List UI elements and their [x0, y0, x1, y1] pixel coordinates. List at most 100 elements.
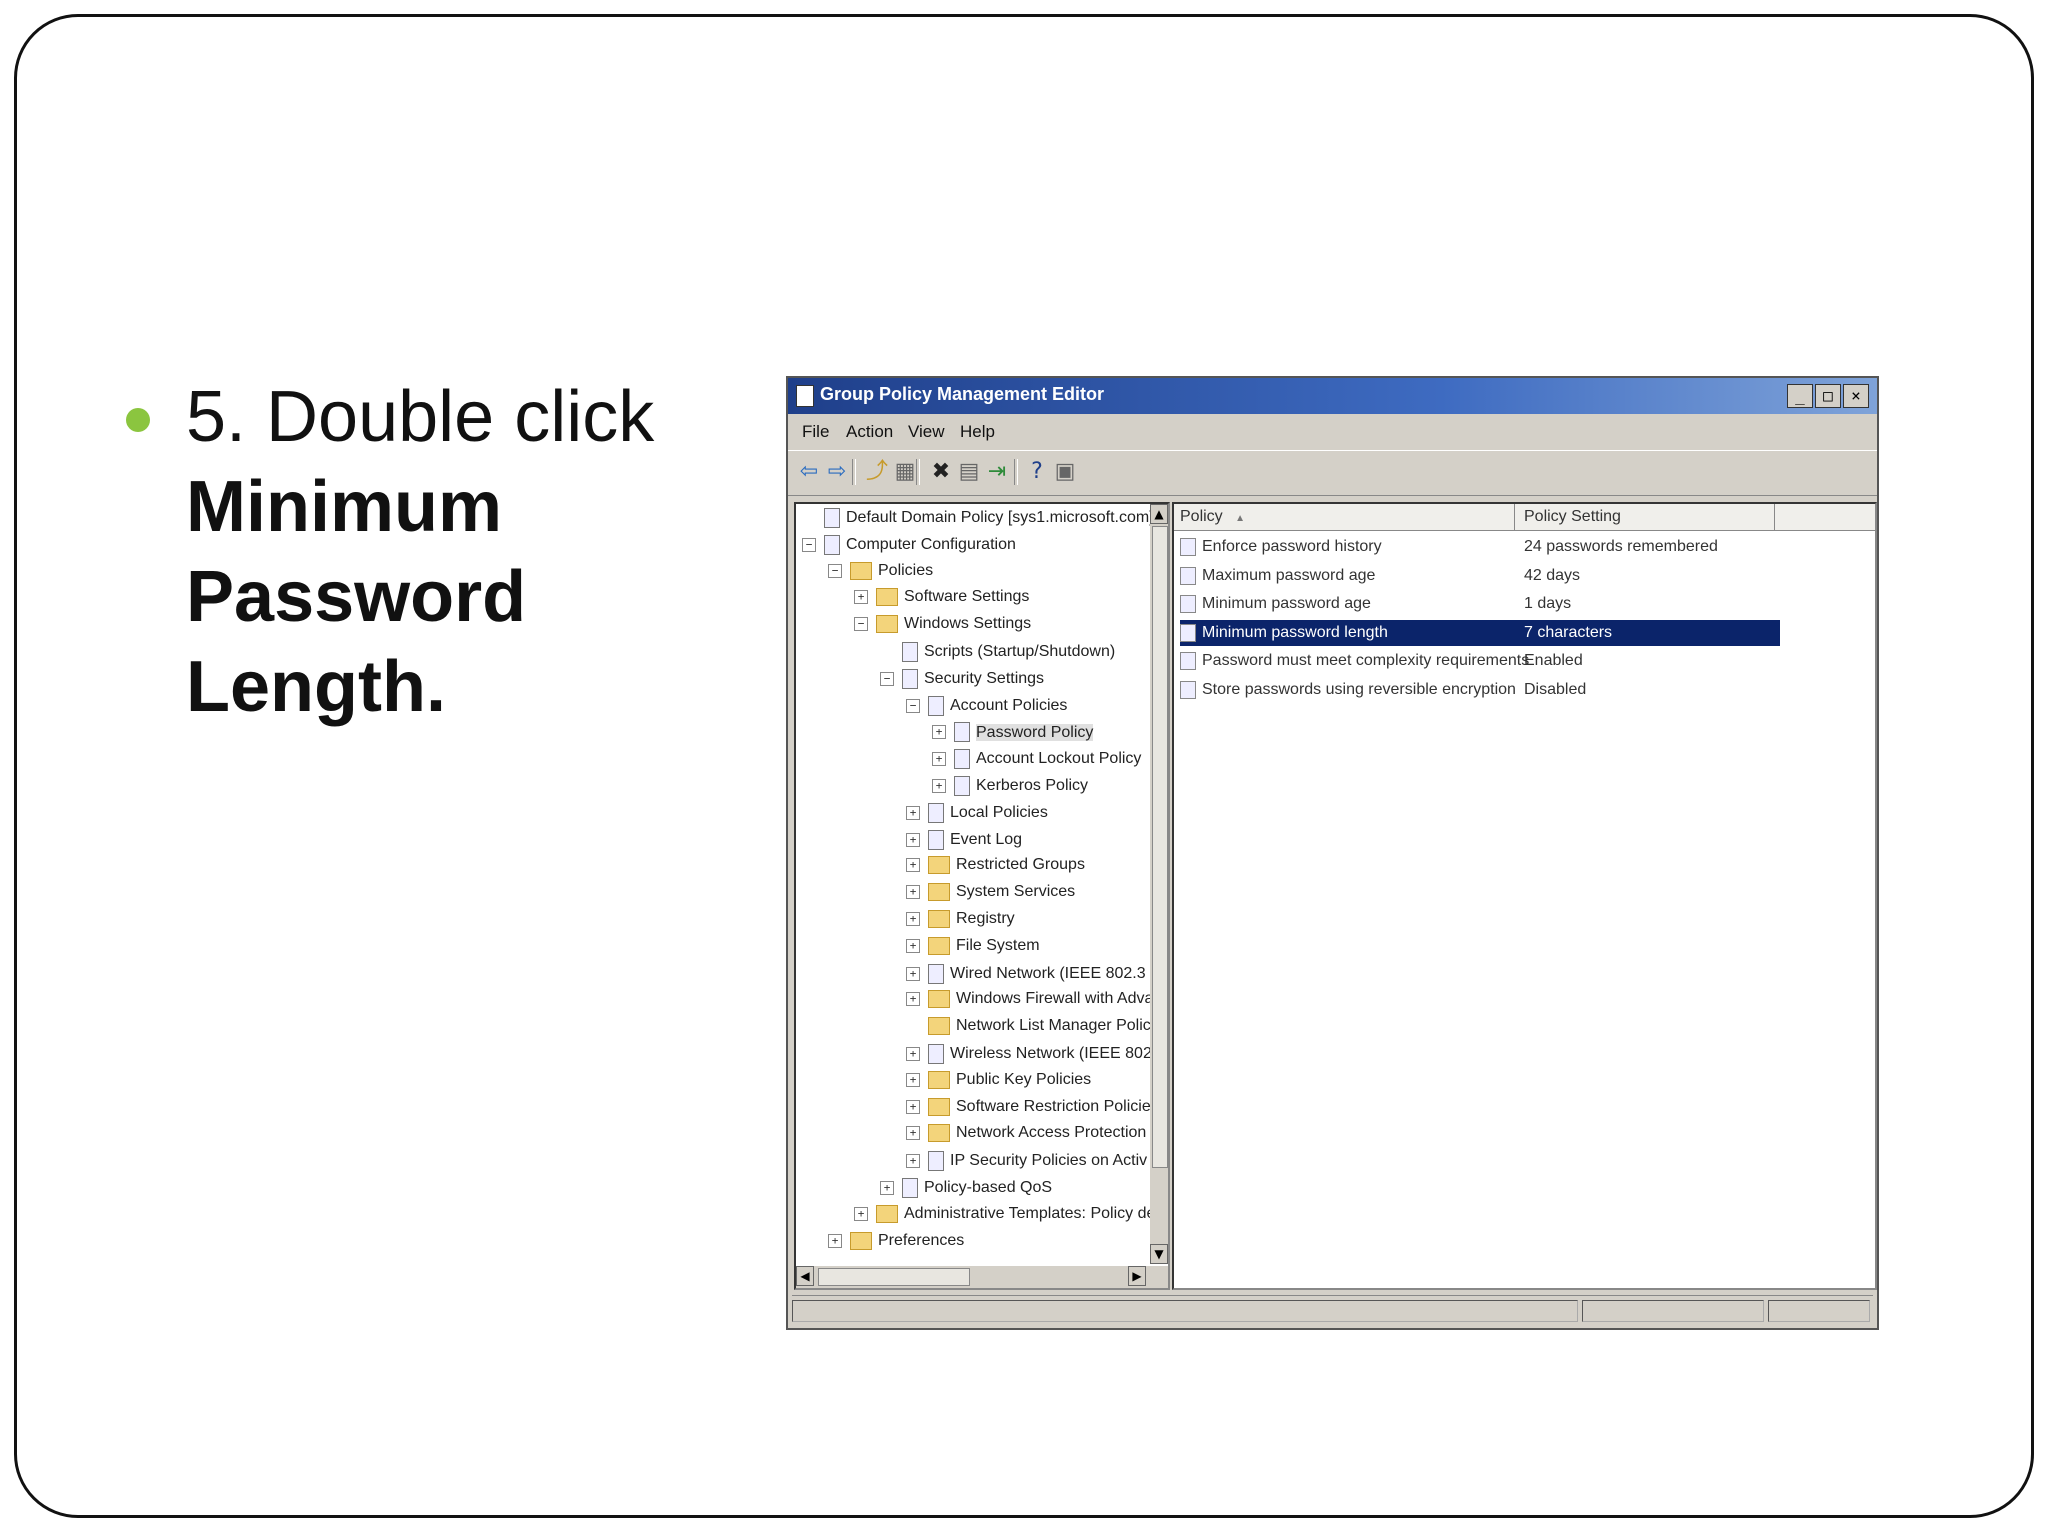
- tree-item[interactable]: + Network Access Protection: [906, 1124, 1146, 1148]
- expand-icon[interactable]: +: [906, 1126, 920, 1141]
- policy-row[interactable]: Password must meet complexity requiremen…: [1180, 648, 1780, 674]
- policy-node-icon: [902, 642, 918, 662]
- collapse-icon[interactable]: −: [854, 617, 868, 632]
- tree-item[interactable]: + Preferences: [828, 1231, 964, 1256]
- tree-item[interactable]: + Account Lockout Policy: [932, 749, 1141, 773]
- tree-horizontal-scrollbar[interactable]: ◀ ▶: [796, 1266, 1168, 1288]
- expand-icon[interactable]: +: [906, 1099, 920, 1114]
- export-list-icon[interactable]: ⇥: [984, 459, 1010, 485]
- tree-item[interactable]: − Computer Configuration: [802, 534, 1016, 559]
- scroll-right-arrow-icon[interactable]: ▶: [1128, 1266, 1146, 1286]
- console-tree[interactable]: Default Domain Policy [sys1.microsoft.co…: [794, 502, 1170, 1290]
- scroll-left-arrow-icon[interactable]: ◀: [796, 1266, 814, 1286]
- tree-item-label: Policies: [878, 561, 934, 579]
- tree-item[interactable]: + Registry: [906, 910, 1015, 934]
- title-bar[interactable]: Group Policy Management Editor _ □ ×: [788, 378, 1877, 414]
- action-pane-icon[interactable]: ▣: [1052, 459, 1078, 485]
- expand-icon[interactable]: +: [828, 1233, 842, 1248]
- tree-item[interactable]: + Administrative Templates: Policy de: [854, 1204, 1155, 1229]
- column-divider[interactable]: [1774, 504, 1775, 530]
- policy-row[interactable]: Minimum password length 7 characters: [1180, 619, 1780, 646]
- tree-item[interactable]: − Policies: [828, 561, 934, 586]
- policy-row[interactable]: Store passwords using reversible encrypt…: [1180, 677, 1780, 703]
- collapse-icon[interactable]: −: [802, 537, 816, 552]
- tree-item[interactable]: + Wired Network (IEEE 802.3: [906, 963, 1146, 988]
- scroll-down-arrow-icon[interactable]: ▼: [1150, 1244, 1168, 1264]
- close-button[interactable]: ×: [1843, 384, 1869, 408]
- expand-icon[interactable]: +: [880, 1181, 894, 1195]
- tree-item[interactable]: − Windows Settings: [854, 615, 1031, 639]
- expand-icon[interactable]: +: [906, 1154, 920, 1169]
- tree-item[interactable]: + Public Key Policies: [906, 1070, 1092, 1095]
- expand-icon[interactable]: +: [932, 779, 946, 793]
- expand-icon[interactable]: +: [906, 805, 920, 820]
- tree-vscroll-thumb[interactable]: [1152, 526, 1168, 1168]
- policy-row[interactable]: Enforce password history 24 passwords rem…: [1180, 534, 1780, 560]
- expand-icon[interactable]: +: [906, 885, 920, 900]
- tree-item[interactable]: + Restricted Groups: [906, 856, 1085, 880]
- forward-icon[interactable]: ⇨: [824, 459, 850, 485]
- help-icon[interactable]: ?: [1024, 459, 1050, 485]
- minimize-button[interactable]: _: [1787, 384, 1813, 408]
- column-header-policy-setting[interactable]: Policy Setting: [1524, 508, 1621, 526]
- menu-action[interactable]: Action: [846, 422, 893, 442]
- policy-row[interactable]: Minimum password age 1 days: [1180, 591, 1780, 617]
- scroll-up-arrow-icon[interactable]: ▲: [1150, 504, 1168, 524]
- expand-icon[interactable]: +: [932, 752, 946, 767]
- tree-item[interactable]: + Local Policies: [906, 802, 1048, 827]
- delete-icon[interactable]: ✖: [928, 459, 954, 485]
- expand-icon[interactable]: +: [932, 725, 946, 740]
- collapse-icon[interactable]: −: [906, 698, 920, 713]
- back-icon[interactable]: ⇦: [796, 459, 822, 485]
- tree-item[interactable]: Scripts (Startup/Shutdown): [880, 642, 1115, 666]
- show-hide-tree-icon[interactable]: ▦: [892, 459, 918, 485]
- tree-item[interactable]: Network List Manager Polici: [906, 1017, 1154, 1041]
- expand-icon[interactable]: +: [906, 832, 920, 847]
- properties-icon[interactable]: ▤: [956, 459, 982, 485]
- policy-node-icon: [824, 534, 840, 555]
- tree-item[interactable]: + Wireless Network (IEEE 802: [906, 1044, 1152, 1068]
- policy-node-icon: [928, 1151, 944, 1172]
- column-header-policy[interactable]: Policy ▲: [1180, 508, 1245, 526]
- maximize-button[interactable]: □: [1815, 384, 1841, 408]
- tree-item[interactable]: + IP Security Policies on Activ: [906, 1151, 1147, 1175]
- tree-item[interactable]: + System Services: [906, 883, 1075, 907]
- expand-icon[interactable]: +: [906, 992, 920, 1007]
- tree-item-label: Network List Manager Polici: [956, 1017, 1155, 1035]
- expand-icon[interactable]: +: [854, 590, 868, 605]
- tree-item[interactable]: − Account Policies: [906, 695, 1068, 720]
- column-divider[interactable]: [1514, 504, 1515, 530]
- sort-ascending-icon: ▲: [1235, 513, 1246, 524]
- tree-item[interactable]: + File System: [906, 936, 1040, 961]
- up-folder-icon[interactable]: ⤴: [864, 459, 890, 485]
- menu-file[interactable]: File: [802, 422, 829, 442]
- tree-item[interactable]: + Software Settings: [854, 588, 1029, 612]
- policy-row[interactable]: Maximum password age 42 days: [1180, 563, 1780, 589]
- tree-item-label: Public Key Policies: [956, 1071, 1092, 1089]
- tree-item[interactable]: + Software Restriction Policies: [906, 1097, 1159, 1122]
- tree-vertical-scrollbar[interactable]: ▲ ▼: [1150, 504, 1168, 1264]
- tree-item[interactable]: + Kerberos Policy: [932, 776, 1088, 800]
- expand-icon[interactable]: +: [906, 1047, 920, 1061]
- expand-icon[interactable]: +: [906, 938, 920, 953]
- expand-icon[interactable]: +: [906, 858, 920, 873]
- tree-item-label: Security Settings: [924, 670, 1045, 688]
- menu-view[interactable]: View: [908, 422, 945, 442]
- tree-item-label: Account Policies: [950, 696, 1068, 714]
- menu-help[interactable]: Help: [960, 422, 995, 442]
- details-pane[interactable]: Policy ▲ Policy Setting Enforce password…: [1172, 502, 1877, 1290]
- tree-item[interactable]: − Security Settings: [880, 668, 1045, 693]
- tree-item[interactable]: Default Domain Policy [sys1.microsoft.co…: [802, 508, 1168, 532]
- tree-item[interactable]: + Password Policy: [932, 722, 1094, 746]
- tree-item[interactable]: + Event Log: [906, 829, 1022, 854]
- tree-hscroll-thumb[interactable]: [818, 1268, 970, 1286]
- policy-setting-icon: [1180, 595, 1196, 613]
- expand-icon[interactable]: +: [854, 1206, 868, 1221]
- expand-icon[interactable]: +: [906, 966, 920, 981]
- expand-icon[interactable]: +: [906, 1072, 920, 1087]
- collapse-icon[interactable]: −: [880, 671, 894, 686]
- tree-item[interactable]: + Policy-based QoS: [880, 1178, 1052, 1202]
- expand-icon[interactable]: +: [906, 912, 920, 926]
- tree-item[interactable]: + Windows Firewall with Adva: [906, 990, 1153, 1014]
- collapse-icon[interactable]: −: [828, 563, 842, 578]
